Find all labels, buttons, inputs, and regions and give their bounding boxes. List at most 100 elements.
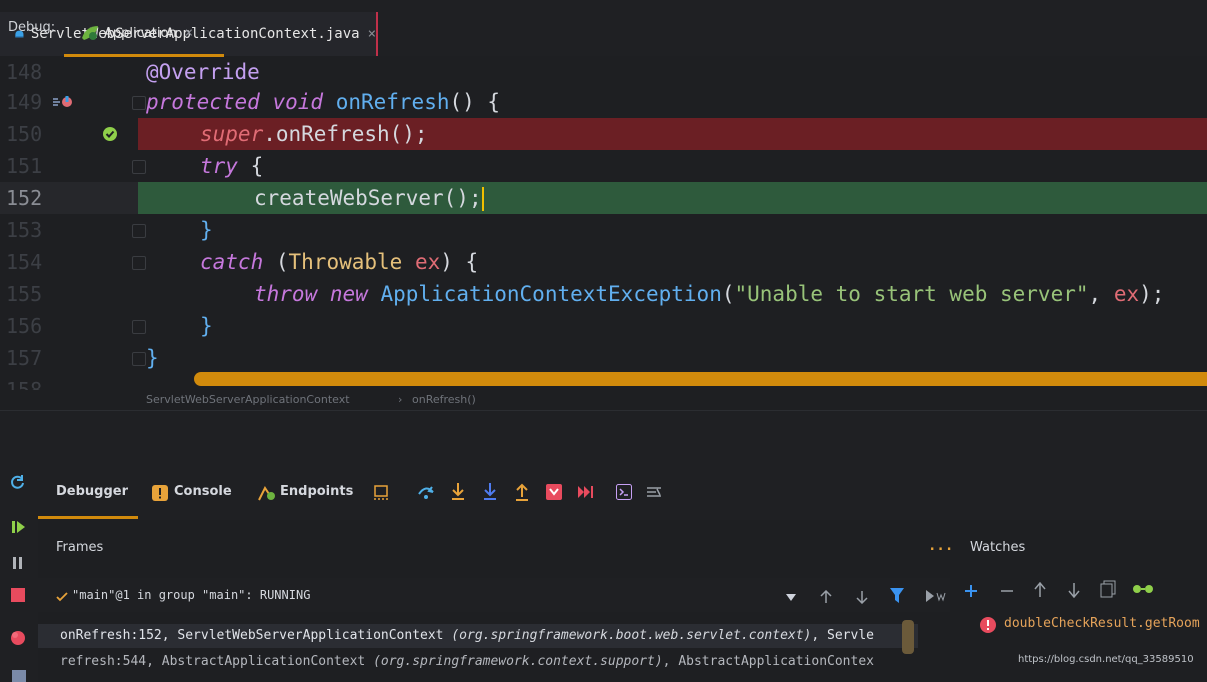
breadcrumb-method[interactable]: onRefresh() xyxy=(412,393,476,406)
horizontal-scrollbar[interactable] xyxy=(194,372,1207,386)
kw-void: void xyxy=(272,90,324,114)
override-gutter-icon[interactable] xyxy=(52,94,74,110)
restore-layout-icon[interactable] xyxy=(372,484,390,502)
breadcrumb-class[interactable]: ServletWebServerApplicationContext xyxy=(146,393,350,406)
tab-debugger[interactable]: Debugger xyxy=(56,484,128,499)
code-call: .onRefresh(); xyxy=(263,122,428,146)
arrow-up-icon[interactable] xyxy=(820,590,832,604)
text-cursor xyxy=(481,187,484,211)
line-number: 150 xyxy=(6,122,43,146)
layout-toggle-icon[interactable] xyxy=(926,590,948,602)
copy-icon[interactable] xyxy=(1100,580,1116,598)
view-breakpoints-icon[interactable] xyxy=(10,630,26,646)
kw-super: super xyxy=(200,122,264,146)
frame-row[interactable]: onRefresh:152, ServletWebServerApplicati… xyxy=(38,624,918,648)
line-number: 156 xyxy=(6,314,43,338)
add-watch-icon[interactable] xyxy=(964,584,978,598)
method-name: onRefresh xyxy=(335,90,450,114)
resume-icon[interactable] xyxy=(12,520,26,534)
code-text: catch (Throwable ex) { xyxy=(146,246,478,278)
frame-row[interactable]: refresh:544, AbstractApplicationContext … xyxy=(38,650,918,674)
step-out-icon[interactable] xyxy=(514,482,530,502)
step-into-icon[interactable] xyxy=(450,482,466,502)
line-number: 148 xyxy=(6,60,43,84)
code-punct: ( xyxy=(721,282,735,306)
step-over-icon[interactable] xyxy=(416,484,436,500)
trace-streams-icon[interactable] xyxy=(646,484,662,500)
move-down-icon[interactable] xyxy=(1068,582,1080,598)
code-text: @Override xyxy=(146,60,260,84)
frame-tail: , AbstractApplicationContex xyxy=(662,654,874,669)
debug-label: Debug: xyxy=(8,20,56,35)
thread-label: "main"@1 in group "main": RUNNING xyxy=(72,588,311,602)
mute-breakpoints-icon[interactable] xyxy=(12,670,26,682)
tab-close-icon[interactable]: × xyxy=(185,25,193,41)
fold-marker[interactable] xyxy=(132,352,146,366)
code-punct: , xyxy=(1088,282,1114,306)
watches-title: Watches xyxy=(970,540,1026,555)
debug-toolwindow-header xyxy=(0,410,1207,467)
code-line-148: 148 @Override xyxy=(0,56,1207,88)
line-number: 153 xyxy=(6,218,43,242)
fold-marker[interactable] xyxy=(132,160,146,174)
code-punct: ( xyxy=(263,250,289,274)
fold-marker[interactable] xyxy=(132,96,146,110)
filter-icon[interactable] xyxy=(890,588,904,604)
code-line-155: 155 throw new ApplicationContextExceptio… xyxy=(0,278,1207,310)
spring-boot-icon xyxy=(82,26,98,40)
evaluate-expression-icon[interactable] xyxy=(616,484,632,500)
code-text: super.onRefresh(); xyxy=(146,118,428,150)
code-line-152: 152 createWebServer(); xyxy=(0,182,1207,214)
frame-tail: , Servle xyxy=(811,628,874,643)
line-number: 157 xyxy=(6,346,43,370)
debugger-toolbar: Debugger Console Endpoints xyxy=(38,466,1207,520)
drop-frame-icon[interactable] xyxy=(546,484,562,500)
tab-close-icon[interactable]: × xyxy=(368,26,376,42)
force-step-into-icon[interactable] xyxy=(482,482,498,502)
move-up-icon[interactable] xyxy=(1034,582,1046,598)
fold-marker[interactable] xyxy=(132,224,146,238)
class-throwable: Throwable xyxy=(288,250,403,274)
line-number: 151 xyxy=(6,154,43,178)
code-editor[interactable]: 148 @Override 149 protected void onRefre… xyxy=(0,56,1207,390)
frames-scrollbar[interactable] xyxy=(902,620,914,654)
kw-catch: catch xyxy=(200,250,264,274)
remove-watch-icon[interactable] xyxy=(1000,584,1014,598)
line-number: 149 xyxy=(6,90,43,114)
tab-application[interactable]: Application × xyxy=(64,12,224,57)
breadcrumb-separator: › xyxy=(398,393,403,406)
fold-marker[interactable] xyxy=(132,320,146,334)
active-tab-underline xyxy=(38,516,138,519)
glasses-icon[interactable] xyxy=(1132,584,1154,594)
more-options-icon[interactable]: ... xyxy=(928,538,953,554)
check-icon xyxy=(56,592,68,602)
string-literal: "Unable to start web server" xyxy=(734,282,1089,306)
kw-new: new xyxy=(329,282,368,306)
line-number: 152 xyxy=(6,186,43,210)
code-line-150: 150 super.onRefresh(); xyxy=(0,118,1207,150)
debug-side-toolbar xyxy=(0,466,38,682)
verified-breakpoint-icon[interactable] xyxy=(103,127,117,141)
rerun-icon[interactable] xyxy=(10,474,26,490)
code-text: protected void onRefresh() { xyxy=(146,86,500,118)
frame-package: (org.springframework.boot.web.servlet.co… xyxy=(451,628,812,643)
run-to-cursor-icon[interactable] xyxy=(578,486,594,498)
arrow-down-icon[interactable] xyxy=(856,590,868,604)
chevron-down-icon[interactable] xyxy=(786,594,796,602)
tab-endpoints[interactable]: Endpoints xyxy=(280,484,353,499)
fold-marker[interactable] xyxy=(132,256,146,270)
code-punct: ) { xyxy=(440,250,479,274)
console-warning-icon xyxy=(152,485,168,501)
watch-item[interactable]: doubleCheckResult.getRoom xyxy=(1004,616,1200,631)
code-text: throw new ApplicationContextException("U… xyxy=(146,278,1164,310)
code-text: } xyxy=(200,314,213,338)
watermark-text: https://blog.csdn.net/qq_33589510 xyxy=(1018,654,1194,665)
stop-icon[interactable] xyxy=(11,588,25,602)
tab-console[interactable]: Console xyxy=(174,484,232,499)
code-line-156: 156 } xyxy=(0,310,1207,342)
pause-icon[interactable] xyxy=(12,556,24,570)
code-line-157: 157 } xyxy=(0,342,1207,374)
class-exception: ApplicationContextException xyxy=(380,282,722,306)
line-number: 154 xyxy=(6,250,43,274)
code-line-149: 149 protected void onRefresh() { xyxy=(0,86,1207,118)
